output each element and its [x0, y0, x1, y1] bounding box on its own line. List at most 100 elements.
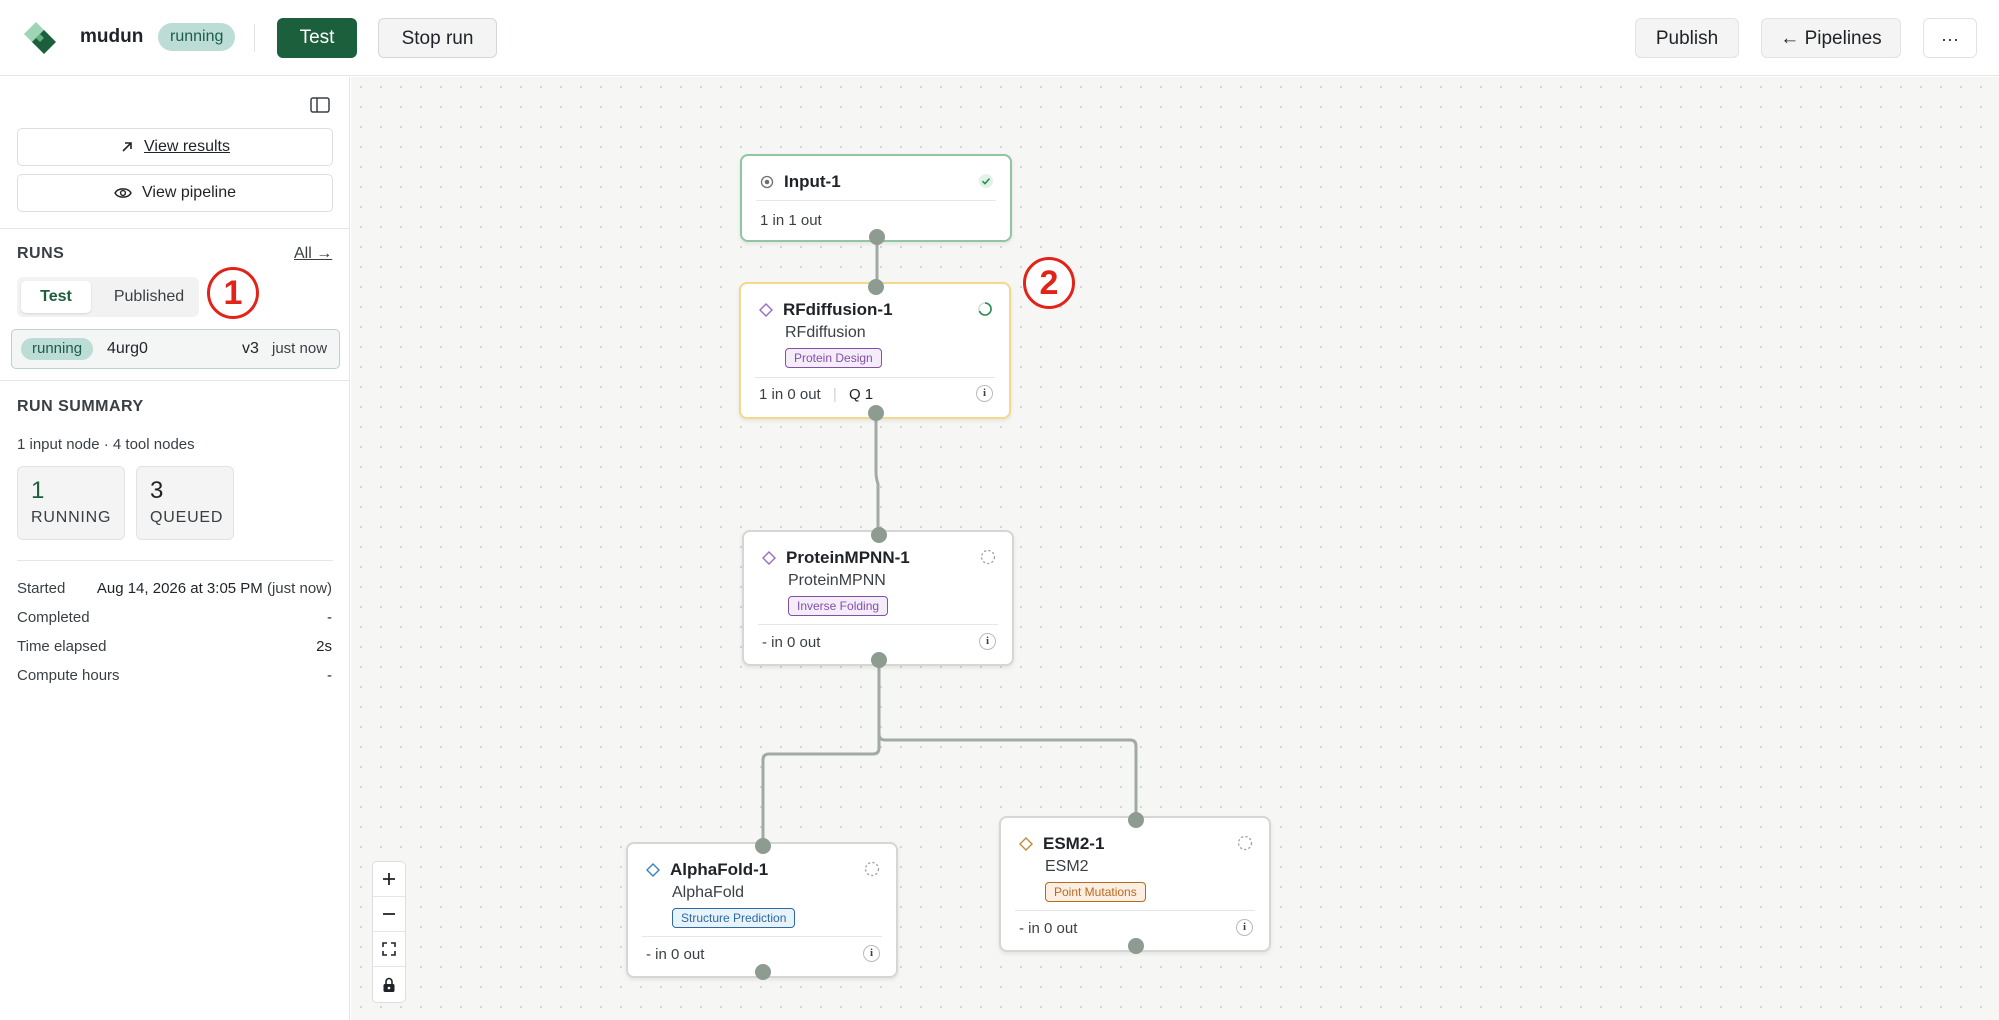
node-divider: [755, 377, 995, 378]
output-handle[interactable]: [1128, 938, 1144, 954]
tab-test[interactable]: Test: [21, 281, 91, 313]
run-summary-subtitle: 1 input node · 4 tool nodes: [17, 436, 195, 453]
more-options-button[interactable]: ···: [1923, 18, 1977, 58]
node-divider: [1015, 910, 1255, 911]
output-handle[interactable]: [871, 652, 887, 668]
view-pipeline-label: View pipeline: [142, 184, 236, 201]
stat-value: 3: [150, 477, 164, 504]
run-timestamp: just now: [272, 340, 328, 357]
view-pipeline-button[interactable]: View pipeline: [17, 174, 333, 212]
run-summary-title: RUN SUMMARY: [17, 398, 144, 415]
running-spinner-icon: [978, 302, 992, 316]
annotation-marker-1: 1: [207, 267, 259, 319]
app-name: mudun: [80, 26, 144, 47]
node-title: AlphaFold-1: [670, 860, 769, 879]
pipelines-button[interactable]: ← Pipelines: [1761, 18, 1901, 58]
pending-dashed-circle-icon: [864, 861, 880, 877]
node-tool-name: RFdiffusion: [785, 324, 866, 341]
eye-icon: [114, 188, 132, 198]
all-runs-link[interactable]: All →: [294, 245, 332, 263]
output-handle[interactable]: [868, 405, 884, 421]
io-separator: |: [832, 386, 837, 403]
stop-run-button[interactable]: Stop run: [378, 18, 497, 58]
node-category-tag: Structure Prediction: [672, 908, 796, 928]
tab-published[interactable]: Published: [103, 281, 195, 313]
input-handle[interactable]: [868, 279, 884, 295]
input-handle[interactable]: [871, 527, 887, 543]
annotation-marker-2: 2: [1023, 257, 1075, 309]
zoom-controls: [372, 861, 406, 1003]
meta-value-elapsed: 2s: [316, 638, 332, 655]
lock-view-button[interactable]: [373, 967, 405, 1002]
publish-button[interactable]: Publish: [1635, 18, 1739, 58]
node-header: ProteinMPNN-1: [762, 548, 910, 568]
minus-icon: [383, 913, 395, 915]
stat-label: QUEUED: [150, 509, 224, 526]
node-category-tag: Point Mutations: [1045, 882, 1146, 902]
node-esm2-1[interactable]: ESM2-1 ESM2 Point Mutations - in 0 out i: [999, 816, 1271, 952]
node-header: ESM2-1: [1019, 834, 1104, 854]
meta-label: Compute hours: [17, 667, 120, 684]
node-queue: Q 1: [848, 386, 874, 403]
node-title: ESM2-1: [1043, 834, 1105, 853]
node-divider: [758, 624, 998, 625]
meta-label: Time elapsed: [17, 638, 107, 655]
app-window: mudun running Test Stop run Publish ← Pi…: [0, 0, 1999, 1020]
meta-value-completed: -: [327, 609, 332, 626]
view-results-button[interactable]: View results: [17, 128, 333, 166]
logo-icon: [24, 22, 56, 54]
info-icon[interactable]: i: [863, 945, 880, 962]
stat-value: 1: [31, 477, 45, 504]
node-alphafold-1[interactable]: AlphaFold-1 AlphaFold Structure Predicti…: [626, 842, 898, 978]
stat-queued: 3 QUEUED: [136, 466, 234, 540]
meta-value-started: Aug 14, 2026 at 3:05 PM (just now): [97, 580, 332, 597]
node-divider: [642, 936, 882, 937]
runs-filter-tabs: Test Published: [17, 277, 199, 317]
info-icon[interactable]: i: [979, 633, 996, 650]
node-title: ProteinMPNN-1: [786, 548, 910, 567]
fit-view-button[interactable]: [373, 932, 405, 967]
run-list-item[interactable]: running 4urg0 v3 just now: [11, 329, 340, 369]
run-status-badge: running: [21, 338, 94, 360]
output-handle[interactable]: [869, 229, 885, 245]
runs-title: RUNS: [17, 245, 65, 262]
zoom-out-button[interactable]: [373, 897, 405, 932]
meta-value-compute: -: [327, 667, 332, 684]
zoom-in-button[interactable]: [373, 862, 405, 897]
meta-label: Completed: [17, 609, 90, 626]
stat-running: 1 RUNNING: [17, 466, 125, 540]
summary-divider: [17, 560, 333, 561]
input-handle[interactable]: [1128, 812, 1144, 828]
info-icon[interactable]: i: [1236, 919, 1253, 936]
run-id: 4urg0: [107, 340, 148, 357]
node-tool-name: AlphaFold: [672, 884, 745, 901]
top-bar: mudun running Test Stop run Publish ← Pi…: [0, 0, 1999, 76]
node-io: 1 in 0 out | Q 1: [759, 386, 873, 403]
node-category-tag: Protein Design: [785, 348, 882, 368]
diamond-icon: [759, 303, 773, 317]
node-tool-name: ProteinMPNN: [788, 572, 886, 589]
node-title: RFdiffusion-1: [783, 300, 893, 319]
fullscreen-icon: [382, 942, 396, 956]
output-handle[interactable]: [755, 964, 771, 980]
sidebar-collapse-icon[interactable]: [310, 97, 330, 113]
sidebar: View results View pipeline RUNS All → Te…: [0, 77, 350, 1020]
node-rfdiffusion-1[interactable]: RFdiffusion-1 RFdiffusion Protein Design…: [739, 282, 1011, 419]
node-header: AlphaFold-1: [646, 860, 768, 880]
node-header: RFdiffusion-1: [759, 300, 893, 320]
test-button[interactable]: Test: [277, 18, 357, 58]
sidebar-divider: [0, 380, 349, 381]
input-handle[interactable]: [755, 838, 771, 854]
node-io-text: 1 in 0 out: [759, 386, 821, 403]
status-badge: running: [158, 23, 236, 51]
started-note: (just now): [266, 580, 332, 597]
plus-icon: [383, 873, 395, 885]
node-io: 1 in 1 out: [760, 212, 822, 229]
view-results-label: View results: [144, 138, 230, 155]
stat-label: RUNNING: [31, 509, 112, 526]
node-divider: [756, 200, 996, 201]
pending-dashed-circle-icon: [980, 549, 996, 565]
info-icon[interactable]: i: [976, 385, 993, 402]
meta-label: Started: [17, 580, 66, 597]
node-proteinmpnn-1[interactable]: ProteinMPNN-1 ProteinMPNN Inverse Foldin…: [742, 530, 1014, 666]
